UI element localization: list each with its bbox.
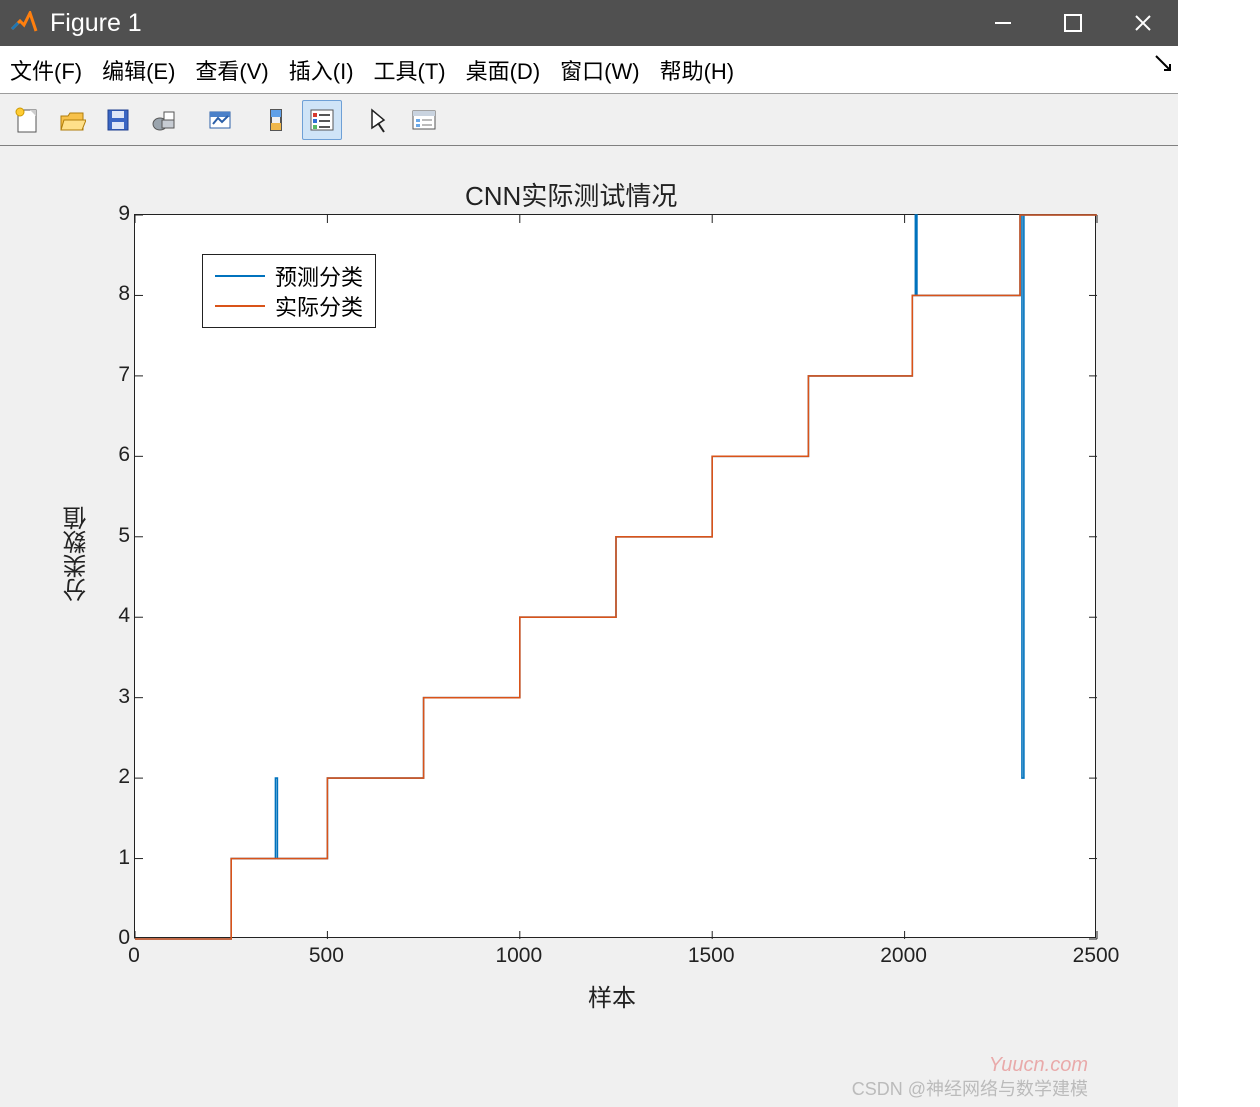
figure-canvas: CNN实际测试情况 0123456789 0500100015002000250…: [0, 146, 1178, 1107]
y-tick-label: 2: [110, 765, 130, 789]
x-axis-label: 样本: [588, 978, 636, 1013]
colorbar-icon[interactable]: [404, 100, 444, 140]
x-tick-label: 500: [296, 944, 356, 968]
menu-desktop[interactable]: 桌面(D): [456, 46, 551, 93]
menu-tools[interactable]: 工具(T): [364, 46, 456, 93]
menu-window[interactable]: 窗口(W): [550, 46, 649, 93]
x-tick-label: 2500: [1066, 944, 1126, 968]
rotate-icon[interactable]: [256, 100, 296, 140]
chart-legend[interactable]: 预测分类 实际分类: [202, 254, 376, 328]
dock-icon[interactable]: [1154, 52, 1172, 78]
y-tick-label: 3: [110, 685, 130, 709]
y-tick-label: 7: [110, 363, 130, 387]
x-tick-label: 2000: [874, 944, 934, 968]
y-tick-label: 8: [110, 282, 130, 306]
legend-label-actual: 实际分类: [275, 290, 363, 322]
legend-item-predicted: 预测分类: [215, 261, 363, 291]
chart-title: CNN实际测试情况: [465, 176, 677, 213]
close-button[interactable]: [1108, 0, 1178, 46]
y-tick-label: 1: [110, 846, 130, 870]
link-axes-icon[interactable]: [200, 100, 240, 140]
watermark-site: Yuucn.com: [989, 1054, 1088, 1077]
edit-plot-icon[interactable]: [358, 100, 398, 140]
save-icon[interactable]: [98, 100, 138, 140]
legend-toggle-icon[interactable]: [302, 100, 342, 140]
menu-view[interactable]: 查看(V): [185, 46, 278, 93]
maximize-button[interactable]: [1038, 0, 1108, 46]
x-tick-label: 0: [104, 944, 164, 968]
y-axis-label: 分类数值: [60, 506, 95, 602]
y-tick-label: 9: [110, 202, 130, 226]
menu-insert[interactable]: 插入(I): [279, 46, 364, 93]
window-titlebar: Figure 1: [0, 0, 1178, 46]
open-icon[interactable]: [52, 100, 92, 140]
x-tick-label: 1000: [489, 944, 549, 968]
matlab-icon: [8, 10, 40, 36]
new-figure-icon[interactable]: [6, 100, 46, 140]
window-title: Figure 1: [50, 9, 142, 38]
legend-item-actual: 实际分类: [215, 291, 363, 321]
menu-file[interactable]: 文件(F): [0, 46, 92, 93]
menu-bar: 文件(F) 编辑(E) 查看(V) 插入(I) 工具(T) 桌面(D) 窗口(W…: [0, 46, 1178, 94]
y-tick-label: 5: [110, 524, 130, 548]
y-tick-label: 4: [110, 604, 130, 628]
watermark-csdn: CSDN @神经网络与数学建模: [852, 1075, 1088, 1101]
toolbar: [0, 94, 1178, 146]
menu-edit[interactable]: 编辑(E): [92, 46, 185, 93]
print-icon[interactable]: [144, 100, 184, 140]
page-margin: [1178, 0, 1260, 1107]
x-tick-label: 1500: [681, 944, 741, 968]
minimize-button[interactable]: [968, 0, 1038, 46]
y-tick-label: 6: [110, 443, 130, 467]
legend-label-predicted: 预测分类: [275, 260, 363, 292]
menu-help[interactable]: 帮助(H): [650, 46, 745, 93]
